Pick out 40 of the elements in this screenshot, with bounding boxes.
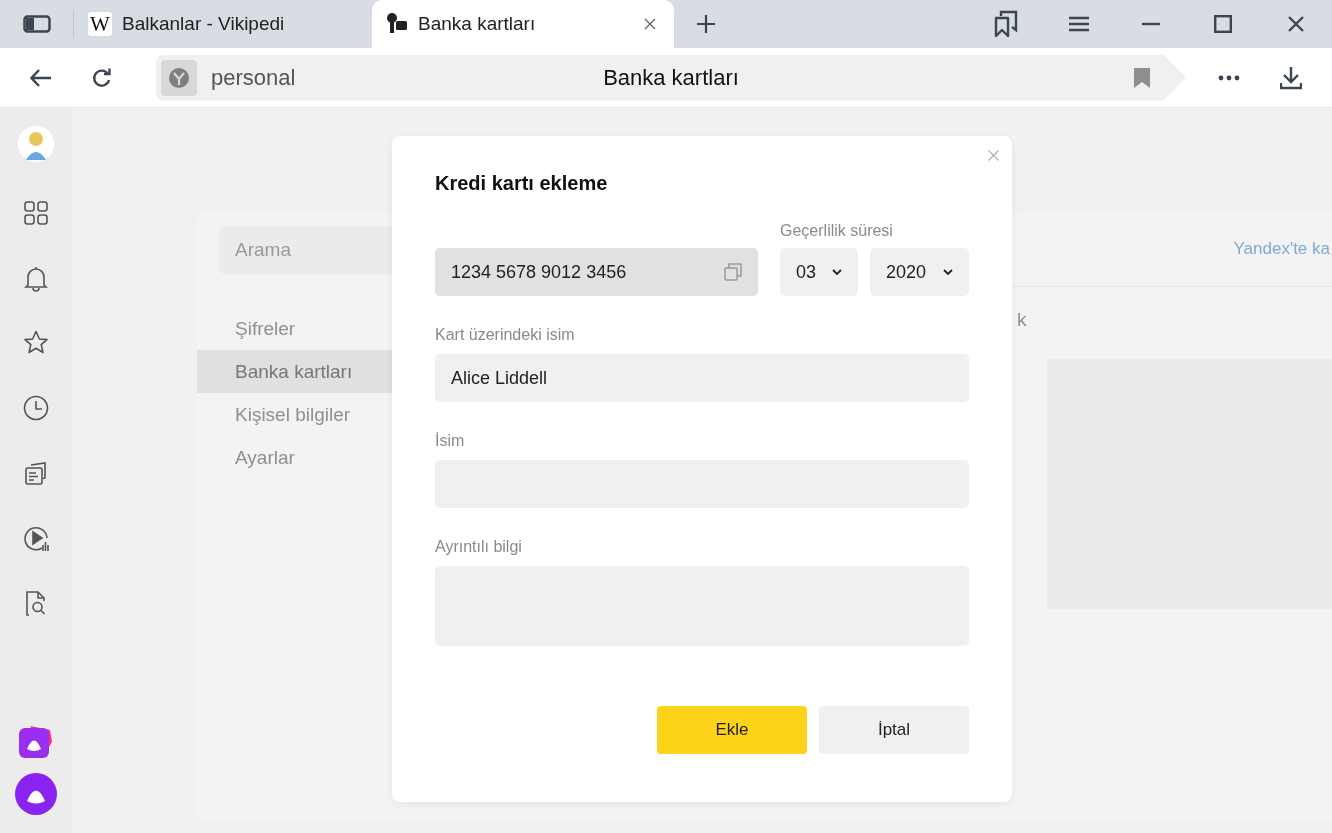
cancel-button[interactable]: İptal: [819, 706, 969, 754]
site-icon: [168, 66, 190, 89]
field-label: Kart üzerindeki isim: [435, 326, 576, 344]
site-name: personal: [211, 64, 296, 91]
input-field[interactable]: Alice Liddell: [435, 354, 969, 402]
field-label: İsim: [435, 432, 466, 450]
back-icon[interactable]: [30, 68, 52, 87]
assistant-icon[interactable]: [15, 773, 57, 815]
address-bar[interactable]: personal Banka kartları: [156, 54, 1186, 101]
minimize-icon[interactable]: [1142, 22, 1160, 26]
grid-icon[interactable]: [22, 199, 50, 227]
avatar[interactable]: [18, 126, 54, 162]
field-label: Ayrıntılı bilgi: [435, 538, 523, 556]
browser-tab[interactable]: W Balkanlar - Vikipedi: [86, 0, 372, 48]
bell-icon[interactable]: [22, 264, 50, 292]
clock-icon[interactable]: [22, 394, 50, 422]
browser-tab[interactable]: Banka kartları: [372, 0, 674, 48]
more-icon[interactable]: [1218, 74, 1240, 81]
reload-icon[interactable]: [92, 67, 112, 88]
chevron-down-icon: [943, 269, 953, 275]
sidebar-toggle-icon[interactable]: [23, 15, 51, 33]
year-select[interactable]: 2020: [870, 248, 969, 296]
close-icon[interactable]: [1288, 16, 1304, 32]
key-card-icon: [386, 13, 408, 35]
add-button[interactable]: Ekle: [657, 706, 807, 754]
card-number-field[interactable]: 1234 5678 9012 3456: [435, 248, 758, 296]
close-tab-icon[interactable]: [644, 18, 656, 30]
maximize-icon[interactable]: [1214, 15, 1232, 33]
bookmark-icon[interactable]: [1134, 67, 1150, 88]
chevron-down-icon: [832, 269, 842, 275]
menu-icon[interactable]: [1068, 16, 1090, 32]
play-icon[interactable]: [22, 524, 50, 552]
new-tab-icon[interactable]: [696, 14, 716, 34]
field-label: Geçerlilik süresi: [780, 222, 894, 240]
partial-text: k: [1017, 309, 1027, 330]
download-icon[interactable]: [1280, 65, 1302, 90]
page-title: Banka kartları: [603, 64, 739, 91]
bookmarks-icon[interactable]: [994, 10, 1018, 38]
month-select[interactable]: 03: [780, 248, 858, 296]
dialog-title: Kredi kartı ekleme: [435, 172, 609, 195]
